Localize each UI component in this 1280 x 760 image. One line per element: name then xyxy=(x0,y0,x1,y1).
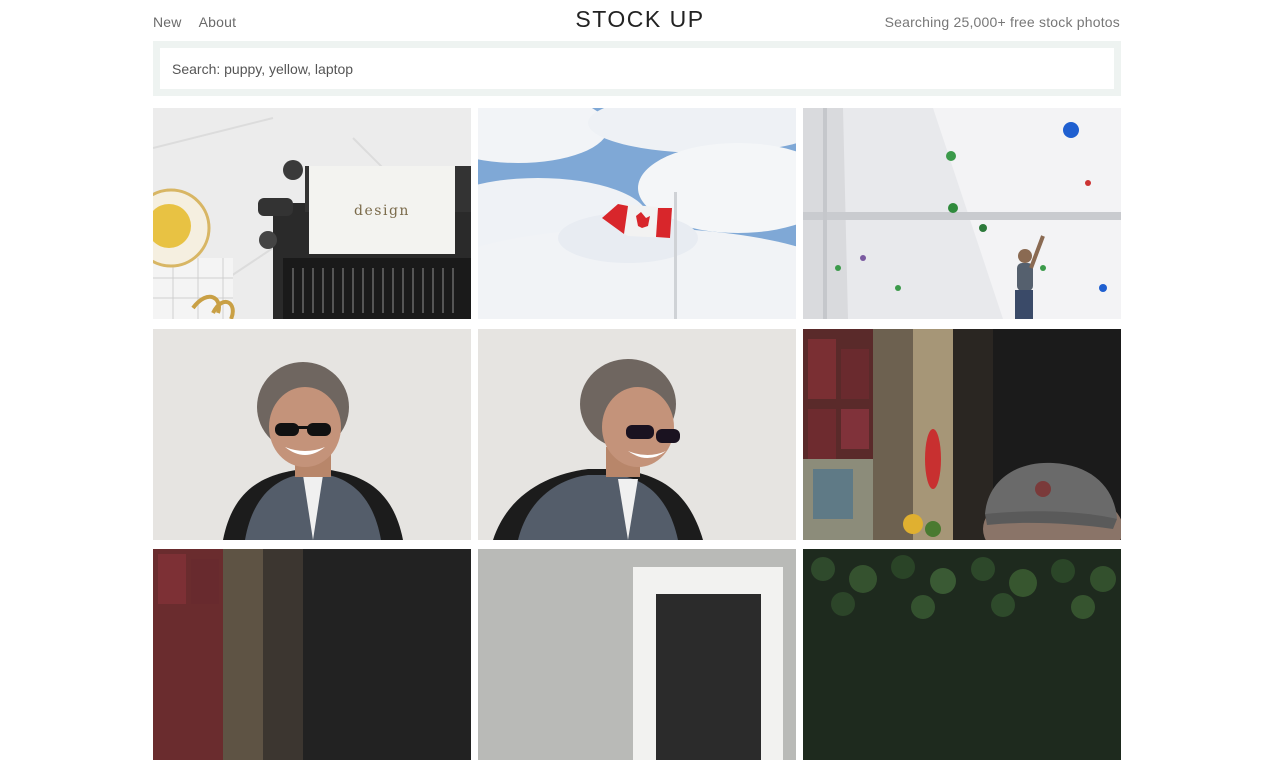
woman-smiling-photo xyxy=(153,329,471,540)
photo-tile-woman-laughing[interactable] xyxy=(478,329,796,540)
photo-tile-frame[interactable] xyxy=(478,549,796,760)
search-bar xyxy=(153,41,1121,96)
climbing-wall-photo xyxy=(803,108,1121,319)
frame-on-wall-photo xyxy=(478,549,796,760)
man-cap-photo xyxy=(803,329,1121,540)
photo-tile-climbing[interactable] xyxy=(803,108,1121,319)
photo-tile-storefront[interactable] xyxy=(153,549,471,760)
storefront-photo xyxy=(153,549,471,760)
photo-tile-leaves[interactable] xyxy=(803,549,1121,760)
leaves-photo xyxy=(803,549,1121,760)
photo-tile-flag[interactable] xyxy=(478,108,796,319)
canadian-flag-photo xyxy=(478,108,796,319)
search-input[interactable] xyxy=(160,48,1114,89)
photo-tile-typewriter[interactable]: design xyxy=(153,108,471,319)
photo-tile-man-cap[interactable] xyxy=(803,329,1121,540)
photo-count-tagline: Searching 25,000+ free stock photos xyxy=(884,14,1120,30)
typewriter-photo: design xyxy=(153,108,471,319)
typewriter-paper-text: design xyxy=(354,203,410,219)
photo-tile-woman-smiling[interactable] xyxy=(153,329,471,540)
woman-laughing-photo xyxy=(478,329,796,540)
